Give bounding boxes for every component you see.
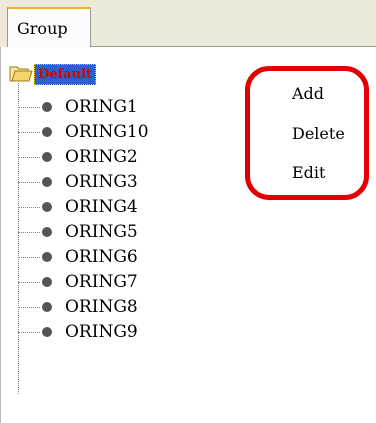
tree-item-oring4[interactable]: ORING4 [18,195,218,219]
context-menu-add[interactable]: Add [292,84,324,104]
tree-item-oring3[interactable]: ORING3 [18,170,218,194]
tree-branch-line [18,157,40,158]
bullet-icon [42,177,52,187]
folder-open-icon[interactable] [9,65,33,83]
tree-item-oring8[interactable]: ORING8 [18,295,218,319]
tree-item-oring1[interactable]: ORING1 [18,95,218,119]
tree-branch-line [18,182,40,183]
tree-branch-line [18,207,40,208]
tab-strip: Group [0,0,376,47]
tree-branch-line [18,307,40,308]
tab-group[interactable]: Group [7,7,91,47]
tree-item-label: ORING7 [65,272,138,292]
tree-branch-line [18,132,40,133]
bullet-icon [42,277,52,287]
context-menu-edit[interactable]: Edit [292,163,325,183]
bullet-icon [42,152,52,162]
tree-item-label: ORING5 [65,222,138,242]
tree-item-label: ORING2 [65,147,138,167]
tree-item-label: ORING10 [65,122,149,142]
tree-item-oring6[interactable]: ORING6 [18,245,218,269]
bullet-icon [42,302,52,312]
tree-item-label: ORING9 [65,322,138,342]
tree-branch-line [18,107,40,108]
tree-root-default[interactable]: Default [34,64,96,85]
context-menu: Add Delete Edit [270,78,370,198]
tree-item-oring10[interactable]: ORING10 [18,120,218,144]
context-menu-delete[interactable]: Delete [292,124,345,144]
tree-branch-line [18,332,40,333]
tree-branch-line [18,232,40,233]
bullet-icon [42,252,52,262]
tree-item-oring2[interactable]: ORING2 [18,145,218,169]
bullet-icon [42,202,52,212]
bullet-icon [42,127,52,137]
tab-group-label: Group [17,19,68,38]
tree-item-label: ORING1 [65,97,138,117]
tree-item-label: ORING3 [65,172,138,192]
bullet-icon [42,102,52,112]
tree-item-oring5[interactable]: ORING5 [18,220,218,244]
group-panel: Group Default ORING1 ORING10 ORING2 ORIN… [0,0,376,423]
tree-item-oring9[interactable]: ORING9 [18,320,218,344]
tree-item-label: ORING6 [65,247,138,267]
tree-branch-line [18,257,40,258]
bullet-icon [42,227,52,237]
tree-item-label: ORING4 [65,197,138,217]
tree-item-label: ORING8 [65,297,138,317]
bullet-icon [42,327,52,337]
tree-branch-line [18,282,40,283]
tree-item-oring7[interactable]: ORING7 [18,270,218,294]
